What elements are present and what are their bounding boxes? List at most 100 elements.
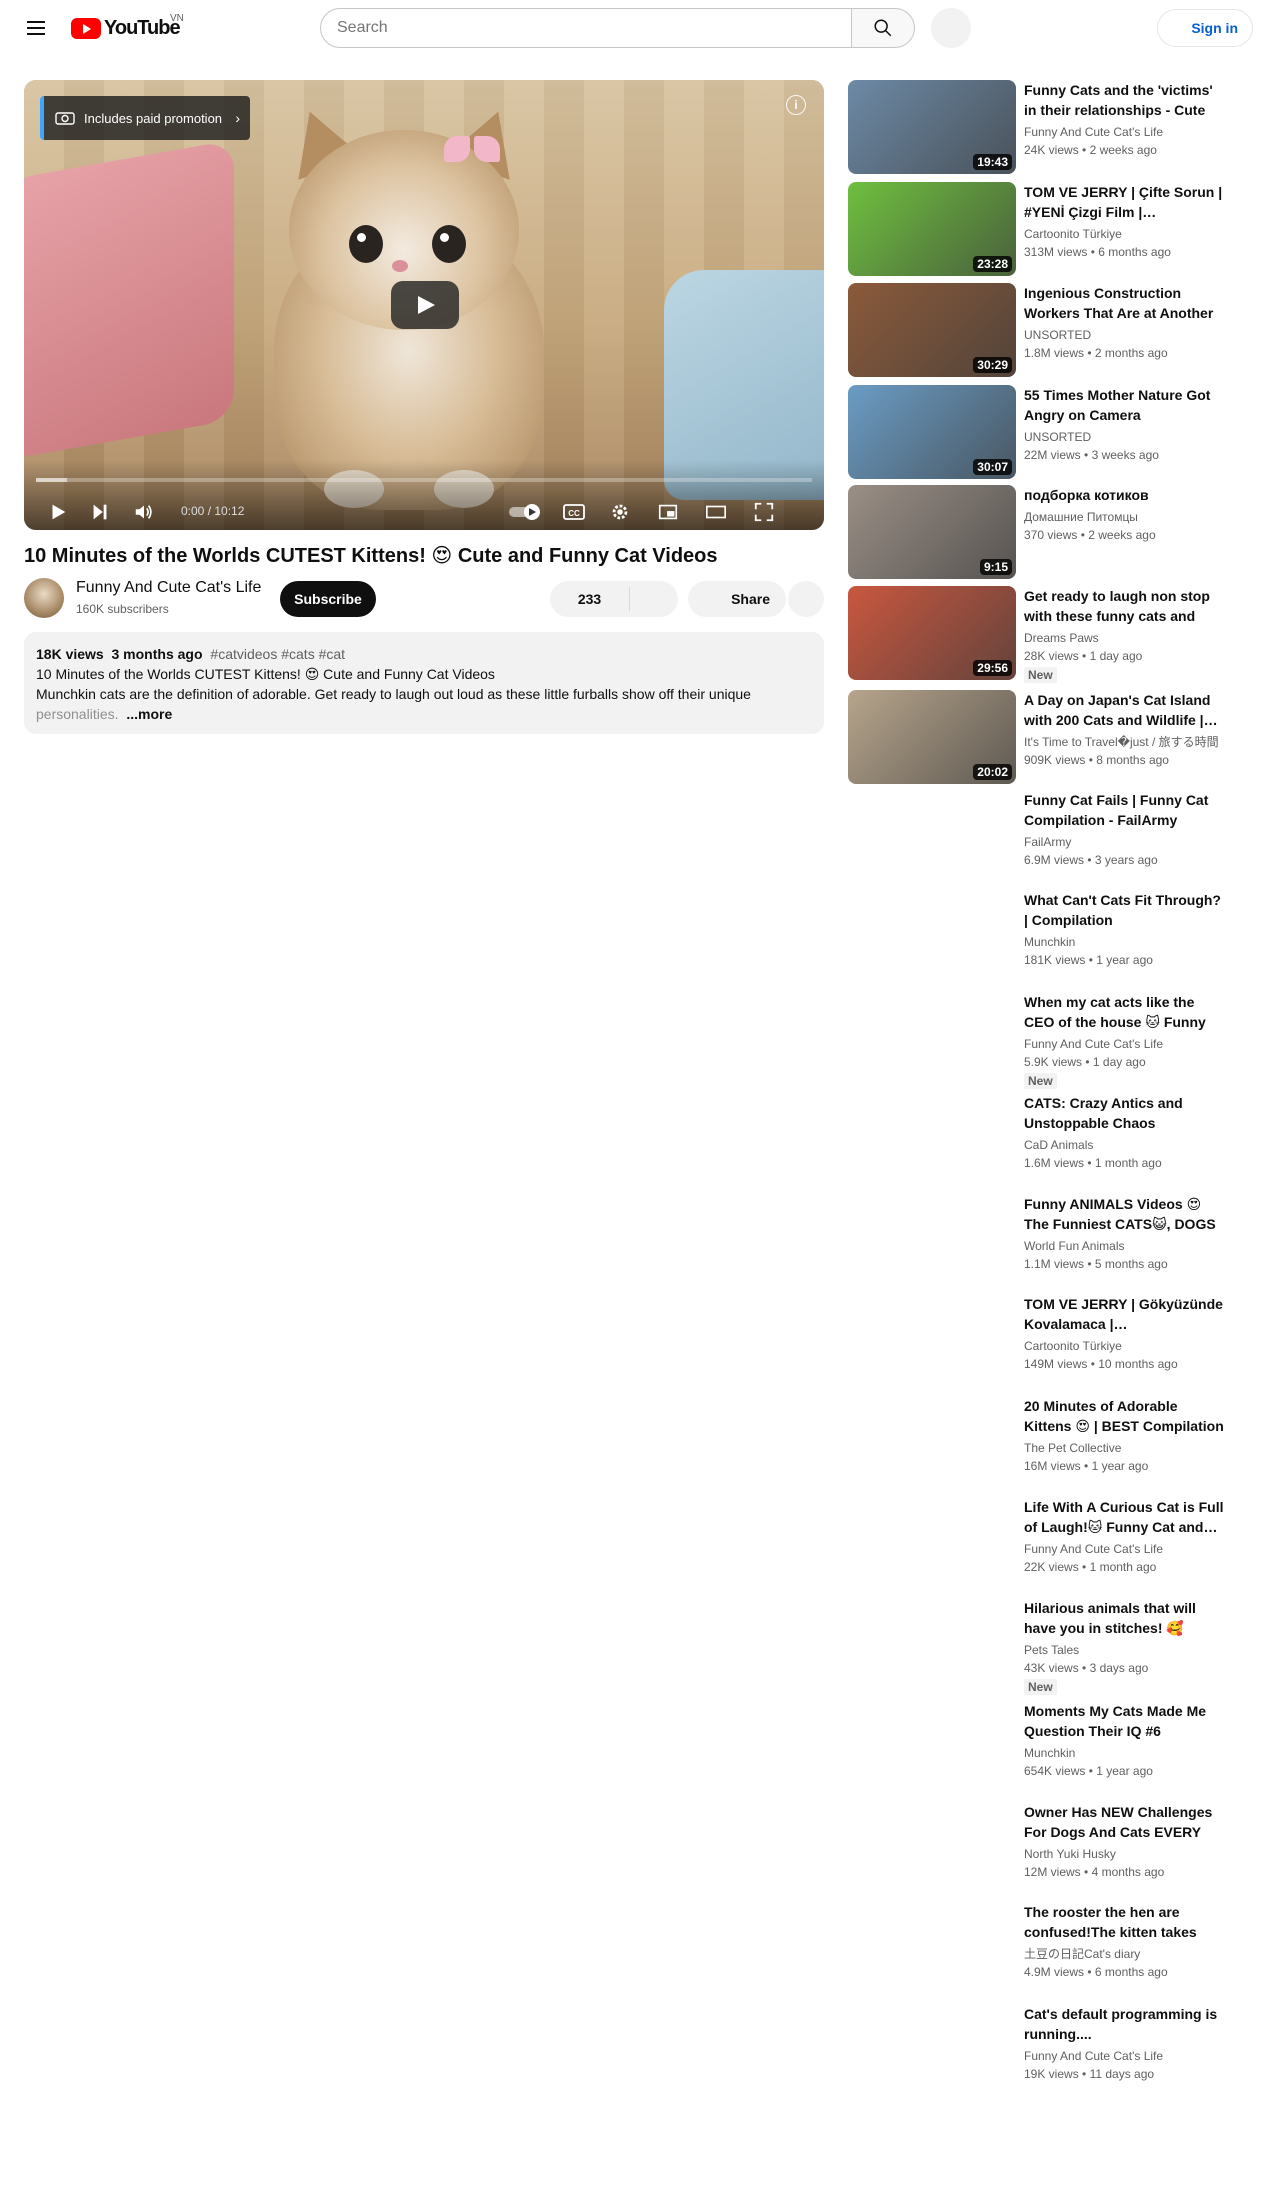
recommendation-title[interactable]: Cat's default programming is running....	[1024, 2004, 1224, 2044]
recommendation-channel[interactable]: Домашние Питомцы	[1024, 508, 1224, 526]
voice-search-button[interactable]	[931, 8, 971, 48]
info-icon[interactable]: i	[786, 95, 806, 115]
next-button[interactable]	[82, 494, 118, 530]
recommendation-title[interactable]: What Can't Cats Fit Through? | Compilati…	[1024, 890, 1224, 930]
recommendation-title[interactable]: A Day on Japan's Cat Island with 200 Cat…	[1024, 690, 1224, 730]
recommendation-channel[interactable]: North Yuki Husky	[1024, 1845, 1224, 1863]
recommendation-title[interactable]: TOM VE JERRY | Gökyüzünde Kovalamaca |…	[1024, 1294, 1224, 1334]
share-button[interactable]: Share	[688, 581, 786, 617]
like-button[interactable]: 233	[550, 581, 629, 617]
paid-promotion-button[interactable]: Includes paid promotion ›	[40, 96, 250, 140]
recommendation-title[interactable]: подборка котиков	[1024, 485, 1224, 505]
captions-button[interactable]: CC	[556, 494, 592, 530]
recommendation-channel[interactable]: The Pet Collective	[1024, 1439, 1224, 1457]
miniplayer-button[interactable]	[650, 494, 686, 530]
autoplay-toggle[interactable]	[506, 494, 546, 530]
recommendation-info: Get ready to laugh non stop with these f…	[1024, 586, 1224, 684]
video-thumbnail[interactable]: 30:07	[848, 385, 1016, 479]
video-thumbnail[interactable]: 20:02	[848, 690, 1016, 784]
meta-separator: •	[1082, 1055, 1093, 1069]
play-button[interactable]	[40, 494, 76, 530]
recommendation-age: 1 month ago	[1089, 1560, 1157, 1574]
recommendation-channel[interactable]: Funny And Cute Cat's Life	[1024, 1540, 1224, 1558]
fullscreen-button[interactable]	[746, 494, 782, 530]
video-thumbnail[interactable]: 23:28	[848, 182, 1016, 276]
recommendation-title[interactable]: Get ready to laugh non stop with these f…	[1024, 586, 1224, 626]
video-thumbnail[interactable]: 29:56	[848, 586, 1016, 680]
search-input[interactable]	[320, 8, 851, 48]
meta-separator: •	[1087, 245, 1099, 259]
search-button[interactable]	[851, 8, 915, 48]
recommendation-channel[interactable]: Funny And Cute Cat's Life	[1024, 2047, 1224, 2065]
recommendation-channel[interactable]: Dreams Paws	[1024, 629, 1224, 647]
recommendation-channel[interactable]: Cartoonito Türkiye	[1024, 225, 1224, 243]
menu-icon[interactable]	[24, 16, 48, 40]
dislike-button[interactable]	[630, 581, 678, 617]
show-more-button[interactable]: ...more	[126, 706, 172, 722]
recommendation-title[interactable]: 55 Times Mother Nature Got Angry on Came…	[1024, 385, 1224, 425]
large-play-button[interactable]	[391, 281, 459, 329]
recommendation-meta: 4.9M views • 6 months ago	[1024, 1963, 1224, 1981]
recommendation-title[interactable]: The rooster the hen are confused!The kit…	[1024, 1902, 1224, 1942]
recommendation-channel[interactable]: UNSORTED	[1024, 428, 1224, 446]
subscriber-count: 160K subscribers	[76, 602, 169, 616]
recommendation-channel[interactable]: World Fun Animals	[1024, 1237, 1224, 1255]
subscribe-button[interactable]: Subscribe	[280, 581, 376, 617]
recommendation-title[interactable]: TOM VE JERRY | Çifte Sorun | #YENİ Çizgi…	[1024, 182, 1224, 222]
recommendation-channel[interactable]: Funny And Cute Cat's Life	[1024, 1035, 1224, 1053]
meta-separator: •	[1078, 2067, 1090, 2081]
recommendation-age: 5 months ago	[1094, 1257, 1168, 1271]
recommendation-age: 3 years ago	[1094, 853, 1158, 867]
new-badge: New	[1024, 1073, 1057, 1089]
meta-separator: •	[1077, 528, 1089, 542]
video-player[interactable]: Includes paid promotion › i 0:00 / 10:12…	[24, 80, 824, 530]
recommendation-views: 1.1M views	[1024, 1257, 1085, 1271]
like-count: 233	[577, 591, 602, 607]
channel-name[interactable]: Funny And Cute Cat's Life	[76, 579, 261, 597]
kitten-eye	[349, 225, 383, 263]
recommendation-channel[interactable]: CaD Animals	[1024, 1136, 1224, 1154]
settings-button[interactable]	[602, 494, 638, 530]
recommendation-title[interactable]: Hilarious animals that will have you in …	[1024, 1598, 1224, 1638]
recommendation-channel[interactable]: Munchkin	[1024, 1744, 1224, 1762]
recommendation-channel[interactable]: Funny And Cute Cat's Life	[1024, 123, 1224, 141]
recommendation-info: Funny Cat Fails | Funny Cat Compilation …	[1024, 790, 1224, 869]
recommendation-title[interactable]: Life With A Curious Cat is Full of Laugh…	[1024, 1497, 1224, 1537]
recommendation-title[interactable]: Ingenious Construction Workers That Are …	[1024, 283, 1224, 323]
recommendation-title[interactable]: Funny ANIMALS Videos 😍 The Funniest CATS…	[1024, 1194, 1224, 1234]
recommendation-title[interactable]: CATS: Crazy Antics and Unstoppable Chaos	[1024, 1093, 1224, 1133]
recommendation-channel[interactable]: FailArmy	[1024, 833, 1224, 851]
meta-separator: •	[1078, 1661, 1090, 1675]
channel-avatar[interactable]	[24, 578, 64, 618]
sign-in-button[interactable]: Sign in	[1157, 9, 1253, 47]
recommendation-channel[interactable]: Cartoonito Türkiye	[1024, 1337, 1224, 1355]
recommendation-channel[interactable]: Pets Tales	[1024, 1641, 1224, 1659]
theater-mode-button[interactable]	[698, 494, 734, 530]
more-actions-button[interactable]	[788, 581, 824, 617]
recommendation-age: 1 year ago	[1091, 1459, 1149, 1473]
recommendation-meta: 24K views • 2 weeks ago	[1024, 141, 1224, 159]
hashtags[interactable]: #catvideos #cats #cat	[210, 646, 345, 662]
theater-icon	[706, 505, 726, 519]
recommendation-title[interactable]: When my cat acts like the CEO of the hou…	[1024, 992, 1224, 1032]
recommendation-channel[interactable]: 土豆の日記Cat's diary	[1024, 1945, 1224, 1963]
mute-button[interactable]	[126, 494, 162, 530]
recommendation-meta: 1.1M views • 5 months ago	[1024, 1255, 1224, 1273]
recommendation-channel[interactable]: UNSORTED	[1024, 326, 1224, 344]
video-thumbnail[interactable]: 9:15	[848, 485, 1016, 579]
recommendation-channel[interactable]: Munchkin	[1024, 933, 1224, 951]
video-thumbnail[interactable]: 30:29	[848, 283, 1016, 377]
description-box[interactable]: 18K views 3 months ago #catvideos #cats …	[24, 632, 824, 734]
description-line: 10 Minutes of the Worlds CUTEST Kittens!…	[36, 666, 495, 682]
progress-bar[interactable]	[36, 478, 812, 482]
recommendation-title[interactable]: Funny Cat Fails | Funny Cat Compilation …	[1024, 790, 1224, 830]
youtube-logo[interactable]: YouTube	[71, 17, 181, 39]
youtube-logo-icon	[71, 17, 101, 39]
recommendation-title[interactable]: Funny Cats and the 'victims' in their re…	[1024, 80, 1224, 120]
recommendation-title[interactable]: 20 Minutes of Adorable Kittens 😍 | BEST …	[1024, 1396, 1224, 1436]
recommendation-title[interactable]: Owner Has NEW Challenges For Dogs And Ca…	[1024, 1802, 1224, 1842]
recommendation-channel[interactable]: It's Time to Travel�just / 旅する時間	[1024, 733, 1224, 751]
recommendation-title[interactable]: Moments My Cats Made Me Question Their I…	[1024, 1701, 1224, 1741]
video-duration: 9:15	[979, 559, 1012, 575]
video-thumbnail[interactable]: 19:43	[848, 80, 1016, 174]
